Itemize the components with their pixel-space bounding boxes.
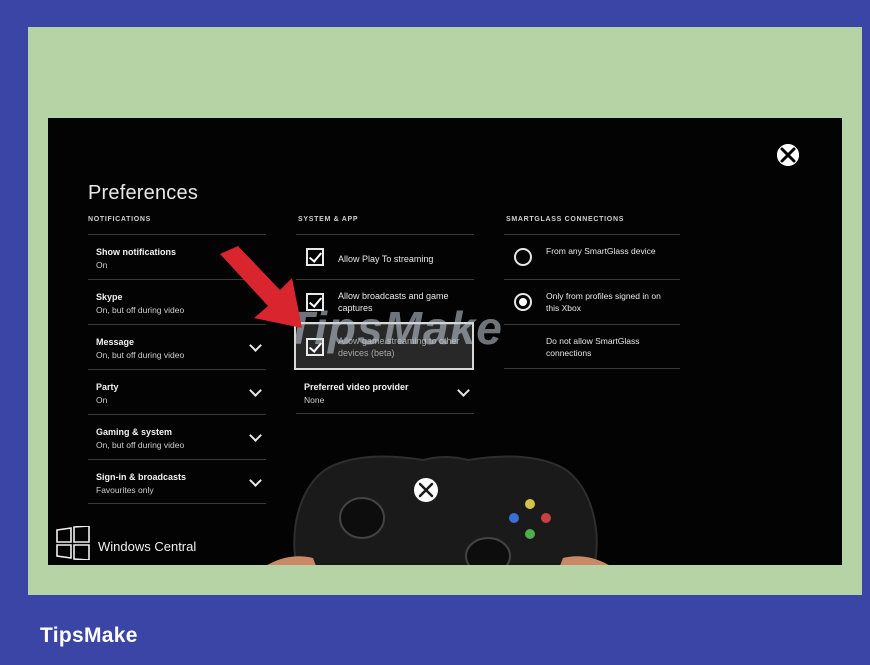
xbox-settings-screen: Preferences NOTIFICATIONS Show notificat…: [48, 118, 842, 565]
setting-sign-in-broadcasts[interactable]: Sign-in & broadcasts Favourites only: [88, 459, 266, 504]
chevron-down-icon: [249, 384, 262, 397]
smartglass-list: From any SmartGlass device Only from pro…: [504, 234, 680, 369]
setting-value: On: [96, 260, 108, 270]
setting-label: Gaming & system: [96, 427, 173, 437]
setting-preferred-video-provider[interactable]: Preferred video provider None: [296, 369, 474, 414]
radio-profiles-signed-in[interactable]: Only from profiles signed in on this Xbo…: [504, 279, 680, 324]
controller-image: [267, 455, 609, 565]
setting-value: None: [304, 395, 325, 405]
windows-central-label: Windows Central: [98, 539, 197, 554]
chevron-down-icon: [457, 384, 470, 397]
setting-label: Sign-in & broadcasts: [96, 472, 187, 482]
smartglass-heading: SMARTGLASS CONNECTIONS: [506, 216, 625, 223]
radio-any-device[interactable]: From any SmartGlass device: [504, 234, 680, 279]
tipsmake-brand: TipsMake: [40, 624, 138, 647]
setting-label: Message: [96, 337, 135, 347]
setting-label: Party: [96, 382, 119, 392]
radio-unselected-icon: [514, 248, 532, 266]
setting-party[interactable]: Party On: [88, 369, 266, 414]
windows-logo-icon: [56, 526, 90, 560]
radio-label: From any SmartGlass device: [546, 246, 656, 256]
checkbox-label: Allow Play To streaming: [338, 254, 434, 264]
checkbox-play-to-streaming[interactable]: Allow Play To streaming: [296, 234, 474, 279]
radio-selected-icon: [514, 293, 532, 311]
chevron-down-icon: [249, 429, 262, 442]
setting-gaming-system[interactable]: Gaming & system On, but off during video: [88, 414, 266, 459]
setting-label: Show notifications: [96, 247, 176, 257]
setting-value: On, but off during video: [96, 440, 185, 450]
radio-do-not-allow[interactable]: Do not allow SmartGlass connections: [504, 324, 680, 369]
page-title: Preferences: [88, 182, 199, 204]
chevron-down-icon: [249, 339, 262, 352]
setting-label: Skype: [96, 292, 123, 302]
notifications-heading: NOTIFICATIONS: [88, 216, 152, 223]
radio-label: Only from profiles signed in on this Xbo…: [546, 291, 661, 313]
watermark-text: TipsMake: [286, 302, 503, 354]
setting-value: On, but off during video: [96, 350, 185, 360]
xbox-logo-icon: [777, 144, 799, 166]
red-arrow-icon: [220, 246, 302, 328]
setting-value: Favourites only: [96, 485, 154, 495]
setting-value: On, but off during video: [96, 305, 185, 315]
system-app-heading: SYSTEM & APP: [298, 216, 359, 223]
setting-value: On: [96, 395, 108, 405]
radio-label: Do not allow SmartGlass connections: [546, 336, 640, 358]
setting-label: Preferred video provider: [304, 382, 409, 392]
